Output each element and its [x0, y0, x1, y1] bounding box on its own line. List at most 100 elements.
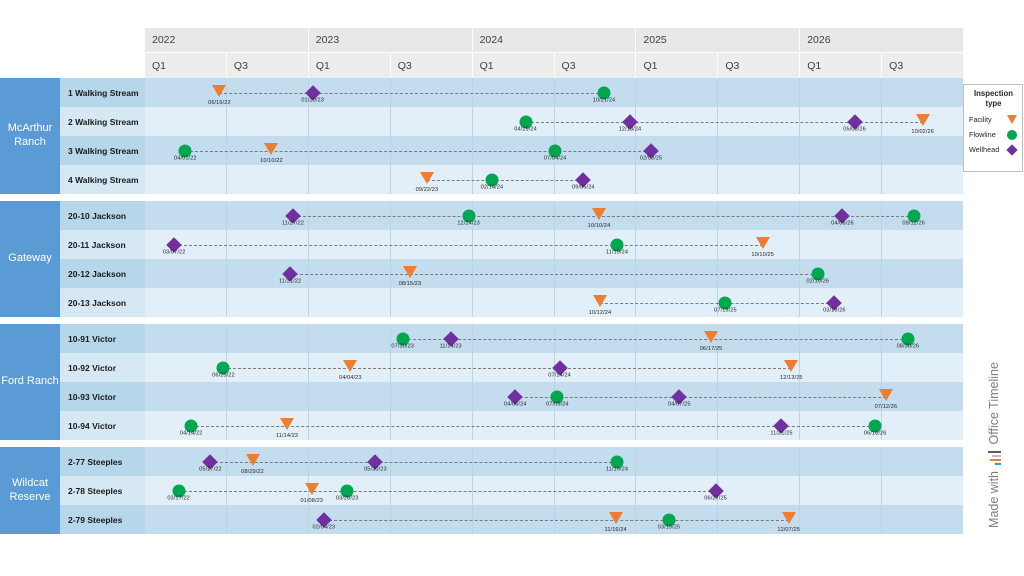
- milestone-wellhead[interactable]: 04/07/25: [668, 388, 690, 407]
- row-label: 1 Walking Stream: [60, 78, 145, 107]
- milestone-facility[interactable]: 07/12/26: [875, 388, 897, 410]
- milestone-facility[interactable]: 11/14/22: [276, 417, 298, 439]
- timeline-row[interactable]: 20-12 Jackson 11/21/22 08/15/23 02/10/26: [60, 259, 963, 288]
- timeline-row[interactable]: 10-91 Victor 07/30/23 11/14/23 06/17/25 08/3…: [60, 324, 963, 353]
- milestone-date-label: 12/18/24: [618, 126, 642, 132]
- milestone-flowline[interactable]: 04/29/24: [514, 115, 537, 132]
- milestone-flowline[interactable]: 04/01/22: [174, 144, 197, 161]
- milestone-facility[interactable]: 06/16/22: [208, 84, 231, 106]
- milestone-flowline[interactable]: 03/17/22: [167, 484, 190, 501]
- timeline-row[interactable]: 2 Walking Stream 04/29/24 12/18/24 05/03/26…: [60, 107, 963, 136]
- row-track: 11/21/22 08/15/23 02/10/26: [145, 259, 963, 288]
- milestone-wellhead[interactable]: 02/04/23: [313, 511, 335, 530]
- timeline-row[interactable]: 10-94 Victor 04/14/22 11/14/22 11/21/25 06/1…: [60, 411, 963, 440]
- milestone-facility[interactable]: 04/04/23: [339, 359, 361, 381]
- milestone-wellhead[interactable]: 12/18/24: [619, 113, 641, 132]
- milestone-flowline[interactable]: 10/21/24: [593, 86, 615, 103]
- milestone-facility[interactable]: 06/17/25: [700, 330, 722, 352]
- milestone-facility[interactable]: 12/07/25: [777, 511, 800, 533]
- quarter-cell: Q3: [554, 53, 637, 78]
- milestone-flowline[interactable]: 06/25/22: [212, 361, 235, 378]
- timeline-row[interactable]: 4 Walking Stream 09/22/23 02/14/24 09/05/24: [60, 165, 963, 194]
- legend-swatch: [1005, 129, 1018, 140]
- connector-line: [290, 273, 818, 275]
- milestone-flowline[interactable]: 12/24/23: [457, 209, 480, 226]
- milestone-wellhead[interactable]: 03/07/22: [163, 236, 185, 255]
- milestone-flowline[interactable]: 03/28/23: [336, 484, 358, 501]
- milestone-facility[interactable]: 10/02/26: [911, 113, 934, 135]
- timeline-row[interactable]: 10-93 Victor 04/06/24 07/09/24 04/07/25 07/1…: [60, 382, 963, 411]
- milestone-wellhead[interactable]: 05/03/26: [843, 113, 866, 132]
- timeline-row[interactable]: 20-13 Jackson 10/12/24 07/19/25 03/19/26: [60, 288, 963, 317]
- milestone-wellhead[interactable]: 05/27/22: [199, 453, 222, 472]
- milestone-facility[interactable]: 09/22/23: [416, 171, 438, 193]
- timeline-row[interactable]: 20-11 Jackson 03/07/22 11/19/24 10/10/25: [60, 230, 963, 259]
- milestone-date-label: 07/09/24: [546, 401, 569, 407]
- milestone-wellhead[interactable]: 04/06/26: [831, 207, 854, 226]
- triangle-down-icon: [755, 236, 770, 249]
- milestone-facility[interactable]: 10/12/24: [589, 294, 611, 316]
- triangle-down-icon: [419, 171, 434, 184]
- legend-swatch: [1005, 144, 1018, 156]
- connector-line: [185, 150, 652, 152]
- triangle-down-icon: [781, 511, 796, 524]
- milestone-wellhead[interactable]: 11/21/22: [279, 265, 301, 284]
- triangle-down-icon: [212, 84, 227, 97]
- milestone-facility[interactable]: 11/16/24: [605, 511, 627, 533]
- made-with-label: Made with: [987, 470, 1001, 528]
- milestone-wellhead[interactable]: 07/14/24: [548, 359, 571, 378]
- milestone-wellhead[interactable]: 05/30/23: [364, 453, 387, 472]
- group-rows: 10-91 Victor 07/30/23 11/14/23 06/17/25 08/3…: [60, 324, 963, 440]
- timeline-row[interactable]: 2-79 Steeples 02/04/23 11/16/24 03/15/25 12/…: [60, 505, 963, 534]
- milestone-facility[interactable]: 10/10/25: [751, 236, 774, 258]
- milestone-wellhead[interactable]: 11/14/23: [440, 330, 462, 349]
- milestone-wellhead[interactable]: 02/03/25: [640, 142, 662, 161]
- milestone-facility[interactable]: 08/15/23: [399, 265, 421, 287]
- milestone-flowline[interactable]: 06/18/26: [864, 419, 886, 436]
- timeline-row[interactable]: 10-92 Victor 06/25/22 04/04/23 07/14/24 12/1…: [60, 353, 963, 382]
- milestone-flowline[interactable]: 09/12/26: [902, 209, 925, 226]
- timeline-row[interactable]: 3 Walking Stream 04/01/22 10/10/22 07/04/24…: [60, 136, 963, 165]
- milestone-date-label: 08/29/22: [241, 468, 264, 475]
- timeline-row[interactable]: 20-10 Jackson 11/27/22 12/24/23 10/10/24 04/…: [60, 201, 963, 230]
- row-track: 04/06/24 07/09/24 04/07/25 07/12/26: [145, 382, 963, 411]
- milestone-date-label: 11/27/22: [281, 220, 304, 226]
- milestone-flowline[interactable]: 02/14/24: [481, 173, 503, 190]
- milestone-wellhead[interactable]: 04/06/24: [504, 388, 526, 407]
- group-ford-ranch: Ford Ranch 10-91 Victor 07/30/23 11/14/23 06…: [0, 324, 963, 440]
- milestone-wellhead[interactable]: 01/10/23: [301, 84, 324, 103]
- milestone-facility[interactable]: 01/08/23: [300, 482, 323, 504]
- timeline-row[interactable]: 2-77 Steeples 05/27/22 08/29/22 05/30/23 11/…: [60, 447, 963, 476]
- milestone-flowline[interactable]: 08/30/26: [897, 332, 919, 349]
- milestone-facility[interactable]: 10/10/24: [588, 207, 610, 229]
- connector-line: [174, 244, 763, 246]
- milestone-flowline[interactable]: 07/04/24: [544, 144, 566, 161]
- milestone-flowline[interactable]: 11/19/24: [606, 238, 628, 255]
- triangle-down-icon: [784, 359, 799, 372]
- legend-item-flowline[interactable]: Flowline: [969, 127, 1018, 142]
- milestone-wellhead[interactable]: 11/21/25: [770, 417, 792, 436]
- milestone-wellhead[interactable]: 11/27/22: [282, 207, 304, 226]
- milestone-facility[interactable]: 08/29/22: [241, 453, 264, 475]
- milestone-facility[interactable]: 12/13/25: [780, 359, 803, 381]
- milestone-wellhead[interactable]: 03/19/26: [823, 294, 846, 313]
- timeline-row[interactable]: 1 Walking Stream 06/16/22 01/10/23 10/21/24: [60, 78, 963, 107]
- milestone-flowline[interactable]: 07/09/24: [546, 390, 569, 407]
- milestone-facility[interactable]: 10/10/22: [260, 142, 283, 164]
- milestone-date-label: 02/04/23: [312, 524, 336, 530]
- milestone-flowline[interactable]: 07/19/25: [714, 296, 737, 313]
- legend-item-facility[interactable]: Facility: [969, 112, 1018, 127]
- milestone-flowline[interactable]: 03/15/25: [658, 513, 680, 530]
- legend-item-wellhead[interactable]: Wellhead: [969, 142, 1018, 157]
- timeline-row[interactable]: 2-78 Steeples 03/17/22 01/08/23 03/28/23 06/…: [60, 476, 963, 505]
- milestone-flowline[interactable]: 02/10/26: [806, 267, 829, 284]
- row-label: 20-11 Jackson: [60, 230, 145, 259]
- milestone-flowline[interactable]: 04/14/22: [180, 419, 202, 436]
- milestone-date-label: 10/10/22: [260, 157, 283, 164]
- milestone-flowline[interactable]: 07/30/23: [391, 332, 414, 349]
- milestone-wellhead[interactable]: 09/05/24: [572, 171, 595, 190]
- milestone-wellhead[interactable]: 06/27/25: [704, 482, 727, 501]
- quarter-cell: Q3: [882, 53, 964, 78]
- made-with-branding: Made with Office Timeline: [965, 330, 1023, 560]
- milestone-flowline[interactable]: 11/19/24: [606, 455, 628, 472]
